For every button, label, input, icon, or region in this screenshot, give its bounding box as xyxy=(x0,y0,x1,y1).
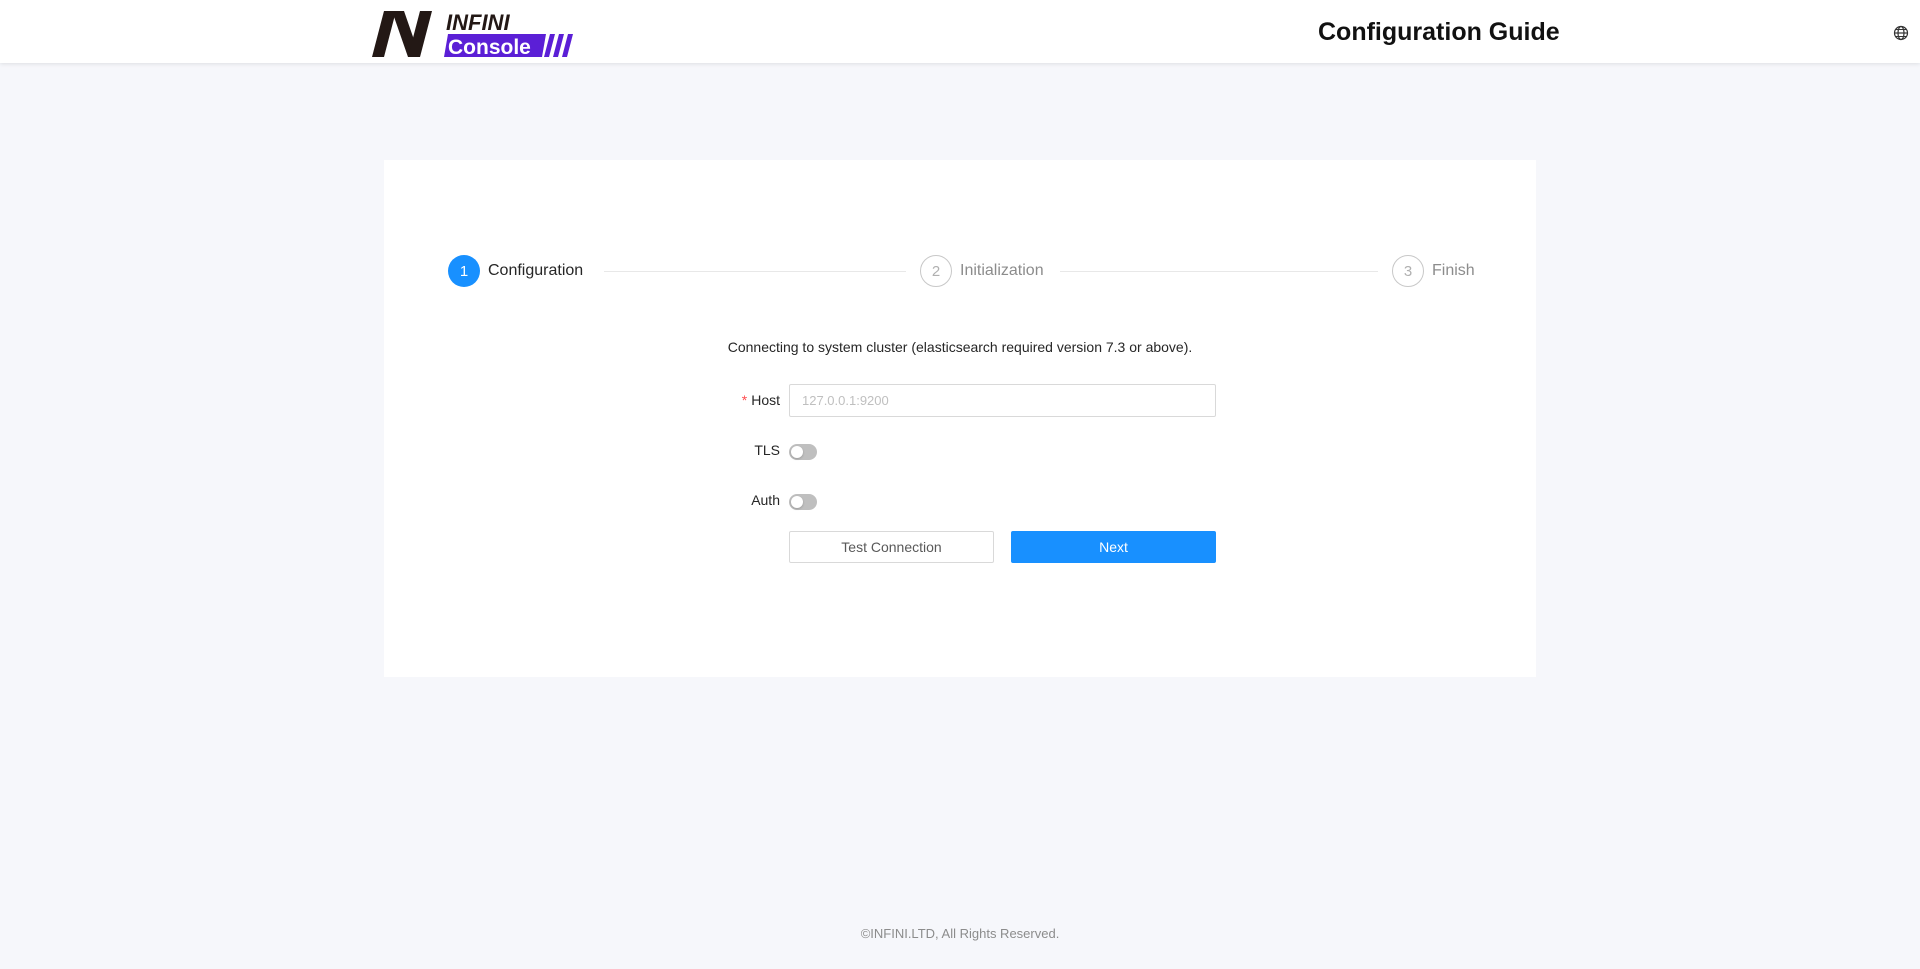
page-title: Configuration Guide xyxy=(1318,18,1560,46)
footer-copyright: ©INFINI.LTD, All Rights Reserved. xyxy=(860,926,1060,941)
infini-console-logo[interactable]: INFINI Console xyxy=(372,10,577,58)
logo-word-bottom: Console xyxy=(448,36,531,58)
auth-label: Auth xyxy=(751,492,780,508)
auth-switch[interactable] xyxy=(789,494,817,510)
logo-word-top: INFINI xyxy=(446,10,510,35)
switch-knob xyxy=(791,496,803,508)
step-label: Configuration xyxy=(488,262,584,279)
step-number: 3 xyxy=(1392,255,1424,287)
host-label: * Host xyxy=(700,392,780,408)
tls-switch[interactable] xyxy=(789,444,817,460)
globe-icon[interactable] xyxy=(1893,25,1909,41)
setup-card: 1 Configuration 2 Initialization 3 Finis… xyxy=(384,160,1536,677)
tls-label: TLS xyxy=(754,442,780,458)
step-label: Initialization xyxy=(960,262,1044,279)
test-connection-button[interactable]: Test Connection xyxy=(789,531,994,563)
step-number: 2 xyxy=(920,255,952,287)
host-label-text: Host xyxy=(751,392,780,408)
step-initialization: 2 Initialization xyxy=(920,255,1044,287)
host-input[interactable] xyxy=(789,384,1216,417)
switch-knob xyxy=(791,446,803,458)
step-connector xyxy=(604,271,906,272)
step-connector xyxy=(1060,271,1378,272)
top-header: INFINI Console Configuration Guide xyxy=(0,0,1920,63)
form-intro: Connecting to system cluster (elasticsea… xyxy=(727,339,1193,355)
next-button[interactable]: Next xyxy=(1011,531,1216,563)
step-configuration: 1 Configuration xyxy=(448,255,583,287)
step-number: 1 xyxy=(448,255,480,287)
step-label: Finish xyxy=(1432,262,1475,279)
step-finish: 3 Finish xyxy=(1392,255,1475,287)
required-mark: * xyxy=(741,392,748,408)
